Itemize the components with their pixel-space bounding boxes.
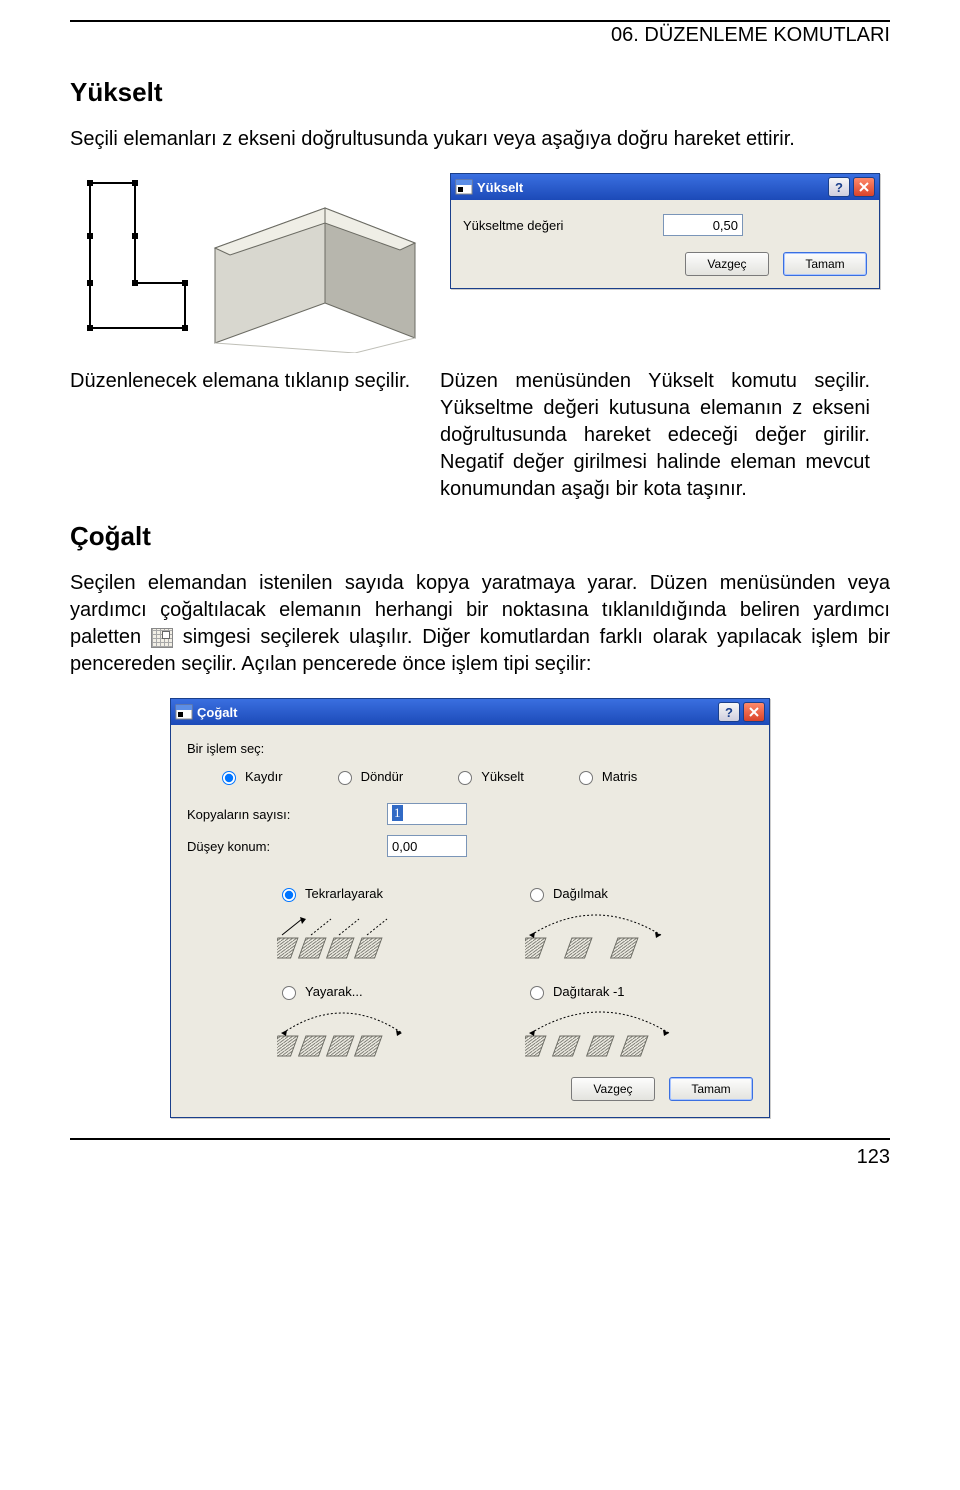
app-icon: [175, 703, 193, 721]
tekrarlayarak-illustration: [277, 908, 457, 963]
dialog-cogalt-titlebar[interactable]: Çoğalt ?: [171, 699, 769, 725]
radio-yukselt[interactable]: Yükselt: [453, 768, 524, 785]
radio-kaydir[interactable]: Kaydır: [217, 768, 283, 785]
radio-matris-label: Matris: [602, 769, 637, 784]
radio-dagitarak[interactable]: Dağıtarak -1: [525, 983, 733, 1000]
dusey-label: Düşey konum:: [187, 839, 387, 854]
radio-dagilmak-input[interactable]: [530, 888, 544, 902]
footer-divider: [70, 1138, 890, 1140]
radio-yayarak-input[interactable]: [282, 986, 296, 1000]
help-button[interactable]: ?: [828, 177, 850, 197]
yukselt-cancel-button[interactable]: Vazgeç: [685, 252, 769, 276]
section-yukselt-title: Yükselt: [70, 77, 890, 108]
radio-yukselt-label: Yükselt: [481, 769, 524, 784]
op-group-label: Bir işlem seç:: [187, 741, 753, 756]
section-cogalt-title: Çoğalt: [70, 521, 890, 552]
copies-value: 1: [392, 805, 403, 821]
cogalt-para-b: simgesi seçilerek ulaşılır. Diğer komutl…: [70, 626, 890, 675]
radio-yayarak[interactable]: Yayarak...: [277, 983, 485, 1000]
radio-matris[interactable]: Matris: [574, 768, 637, 785]
header-title: 06. DÜZENLEME KOMUTLARI: [70, 24, 890, 47]
radio-dondur-input[interactable]: [338, 771, 352, 785]
header-divider: [70, 20, 890, 22]
radio-kaydir-input[interactable]: [222, 771, 236, 785]
copies-input[interactable]: 1: [387, 803, 467, 825]
close-button[interactable]: [743, 702, 765, 722]
radio-dagilmak-label: Dağılmak: [553, 886, 608, 901]
dagilmak-illustration: [525, 908, 705, 963]
radio-yayarak-label: Yayarak...: [305, 984, 363, 999]
yukseltme-degeri-label: Yükseltme değeri: [463, 218, 663, 233]
radio-dagitarak-label: Dağıtarak -1: [553, 984, 625, 999]
dialog-yukselt: Yükselt ? Yükseltme değeri Vazgeç Tamam: [450, 173, 880, 289]
dusey-input[interactable]: [387, 835, 467, 857]
radio-tekrarlayarak-label: Tekrarlayarak: [305, 886, 383, 901]
radio-dagitarak-input[interactable]: [530, 986, 544, 1000]
cogalt-paragraph: Seçilen elemandan istenilen sayıda kopya…: [70, 570, 890, 678]
dialog-cogalt: Çoğalt ? Bir işlem seç: Kaydır Döndür Yü…: [170, 698, 770, 1118]
yayarak-illustration: [277, 1006, 457, 1061]
palette-grid-icon: [151, 628, 173, 648]
dagitarak-illustration: [525, 1006, 705, 1061]
yukselt-figure-left: [70, 173, 430, 358]
cogalt-cancel-button[interactable]: Vazgeç: [571, 1077, 655, 1101]
close-icon: [748, 706, 760, 718]
wall-3d-illustration: [70, 173, 430, 353]
close-icon: [858, 181, 870, 193]
caption-left: Düzenlenecek elemana tıklanıp seçilir.: [70, 368, 440, 503]
radio-tekrarlayarak-input[interactable]: [282, 888, 296, 902]
copies-label: Kopyaların sayısı:: [187, 807, 387, 822]
cogalt-ok-button[interactable]: Tamam: [669, 1077, 753, 1101]
radio-tekrarlayarak[interactable]: Tekrarlayarak: [277, 885, 485, 902]
page-number: 123: [70, 1146, 890, 1169]
radio-kaydir-label: Kaydır: [245, 769, 283, 784]
dialog-yukselt-title: Yükselt: [477, 180, 523, 195]
radio-dondur[interactable]: Döndür: [333, 768, 404, 785]
dialog-yukselt-titlebar[interactable]: Yükselt ?: [451, 174, 879, 200]
yukselt-ok-button[interactable]: Tamam: [783, 252, 867, 276]
radio-dagilmak[interactable]: Dağılmak: [525, 885, 733, 902]
dialog-cogalt-title: Çoğalt: [197, 705, 237, 720]
help-button[interactable]: ?: [718, 702, 740, 722]
radio-dondur-label: Döndür: [361, 769, 404, 784]
yukselt-intro: Seçili elemanları z ekseni doğrultusunda…: [70, 126, 890, 153]
app-icon: [455, 178, 473, 196]
radio-yukselt-input[interactable]: [458, 771, 472, 785]
radio-matris-input[interactable]: [579, 771, 593, 785]
caption-right: Düzen menüsünden Yükselt komutu seçilir.…: [440, 368, 870, 503]
yukseltme-degeri-input[interactable]: [663, 214, 743, 236]
close-button[interactable]: [853, 177, 875, 197]
